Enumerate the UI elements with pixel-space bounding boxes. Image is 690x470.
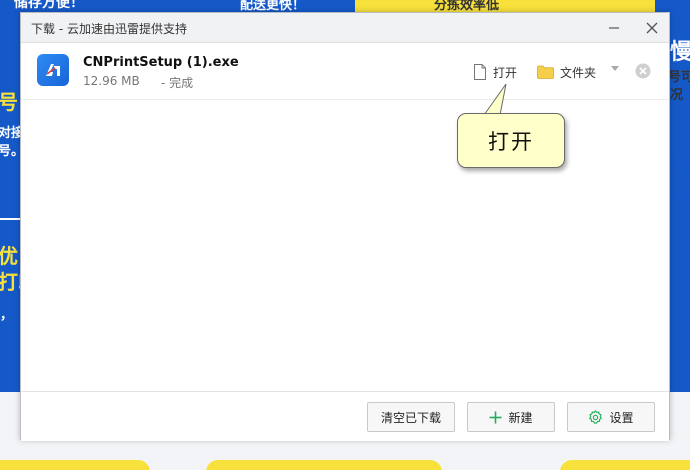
bg-pill-2	[206, 460, 442, 470]
bg-text: 储存方便！	[14, 0, 84, 11]
dialog-footer: 清空已下载 新建 设置	[21, 391, 669, 441]
bg-text: 号	[0, 90, 18, 114]
minimize-button[interactable]	[596, 13, 632, 43]
app-logo-icon	[37, 54, 69, 86]
bg-text: 号可	[668, 70, 690, 85]
tooltip-pointer	[483, 83, 507, 116]
new-download-button[interactable]: 新建	[467, 402, 555, 432]
download-item[interactable]: CNPrintSetup (1).exe 12.96 MB - 完成 打开 文件…	[21, 44, 669, 100]
bg-divider	[670, 135, 690, 137]
remove-item-icon[interactable]	[635, 63, 651, 79]
settings-label: 设置	[609, 410, 634, 425]
plus-icon	[489, 411, 502, 423]
dropdown-arrow-icon[interactable]	[611, 66, 619, 72]
dialog-titlebar[interactable]: 下载 - 云加速由迅雷提供支持	[21, 13, 669, 43]
bg-text: 况	[670, 88, 684, 103]
close-button[interactable]	[634, 13, 670, 43]
open-folder-label: 文件夹	[560, 65, 597, 80]
minimize-icon	[609, 27, 619, 29]
clear-downloaded-button[interactable]: 清空已下载	[367, 402, 455, 432]
download-dialog: 下载 - 云加速由迅雷提供支持 CNPrintSetup (1).exe 12.…	[20, 12, 670, 441]
file-size: 12.96 MB	[83, 74, 140, 88]
download-status: - 完成	[161, 76, 194, 90]
bg-text: 漏	[668, 156, 688, 180]
bg-text: 优	[0, 244, 18, 268]
print-app-glyph	[46, 64, 60, 76]
dialog-title: 下载 - 云加速由迅雷提供支持	[31, 22, 187, 36]
bg-divider	[670, 208, 690, 210]
clear-downloaded-label: 清空已下载	[380, 410, 441, 425]
bg-divider	[0, 218, 20, 220]
file-icon	[474, 64, 486, 80]
open-file-button[interactable]: 打开	[473, 62, 517, 82]
bg-text: 琐效	[668, 186, 690, 200]
open-file-label: 打开	[493, 65, 518, 80]
tooltip: 打开	[457, 113, 565, 168]
close-icon	[646, 22, 658, 34]
file-name[interactable]: CNPrintSetup (1).exe	[83, 55, 239, 70]
open-folder-button[interactable]: 文件夹	[537, 62, 596, 82]
new-download-label: 新建	[508, 410, 533, 425]
settings-button[interactable]: 设置	[567, 402, 655, 432]
bg-text: ，	[0, 308, 14, 323]
gear-icon	[589, 409, 603, 424]
bg-pill-3	[560, 460, 690, 470]
folder-icon	[537, 65, 554, 79]
bg-pill-1	[0, 460, 150, 470]
bg-text: 慢	[670, 40, 690, 65]
download-list-area	[21, 101, 669, 391]
